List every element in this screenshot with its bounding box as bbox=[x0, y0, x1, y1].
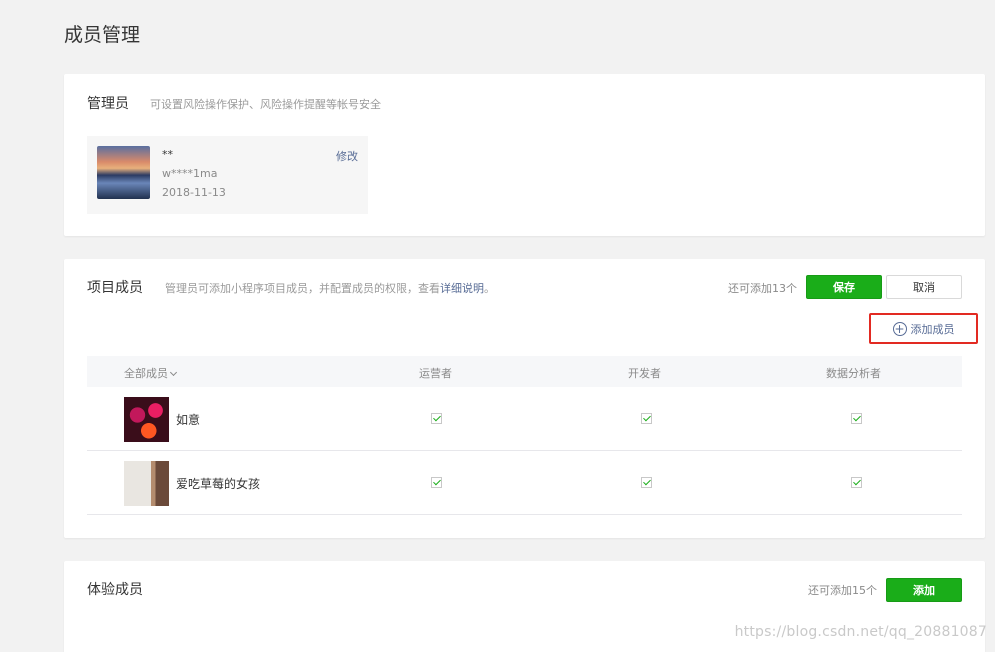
admin-date: 2018-11-13 bbox=[162, 186, 226, 199]
add-member-label: 添加成员 bbox=[910, 322, 955, 336]
testers-section-title: 体验成员 bbox=[87, 582, 143, 598]
avatar bbox=[124, 397, 169, 442]
analyst-checkbox[interactable] bbox=[851, 477, 862, 488]
members-quota: 还可添加13个 bbox=[728, 282, 797, 295]
member-name: 如意 bbox=[176, 413, 201, 427]
operator-checkbox[interactable] bbox=[431, 413, 442, 424]
details-link[interactable]: 详细说明 bbox=[440, 282, 484, 295]
admin-profile-box: ** w****1ma 2018-11-13 修改 bbox=[87, 136, 368, 214]
plus-circle-icon: + bbox=[892, 321, 907, 336]
member-name: 爱吃草莓的女孩 bbox=[176, 477, 261, 491]
testers-quota: 还可添加15个 bbox=[808, 584, 877, 597]
members-desc-end: 。 bbox=[484, 282, 495, 295]
add-member-button[interactable]: + 添加成员 bbox=[869, 313, 978, 344]
analyst-checkbox[interactable] bbox=[851, 413, 862, 424]
admin-account-id: w****1ma bbox=[162, 167, 218, 180]
developer-checkbox[interactable] bbox=[641, 413, 652, 424]
admin-section-desc: 可设置风险操作保护、风险操作提醒等帐号安全 bbox=[150, 98, 381, 111]
column-all-members: 全部成员 bbox=[124, 367, 168, 380]
save-button[interactable]: 保存 bbox=[806, 275, 882, 299]
operator-checkbox[interactable] bbox=[431, 477, 442, 488]
admin-name: ** bbox=[162, 148, 173, 161]
cancel-button[interactable]: 取消 bbox=[886, 275, 962, 299]
developer-checkbox[interactable] bbox=[641, 477, 652, 488]
table-row: 爱吃草莓的女孩 bbox=[87, 451, 962, 515]
admin-section-title: 管理员 bbox=[87, 96, 129, 112]
admin-card: 管理员 可设置风险操作保护、风险操作提醒等帐号安全 ** w****1ma 20… bbox=[64, 74, 985, 236]
members-desc-text: 管理员可添加小程序项目成员，并配置成员的权限，查看 bbox=[165, 282, 440, 295]
avatar bbox=[124, 461, 169, 506]
page-title: 成员管理 bbox=[64, 24, 141, 46]
members-section-title: 项目成员 bbox=[87, 280, 143, 296]
edit-admin-link[interactable]: 修改 bbox=[336, 148, 358, 164]
column-operator: 运营者 bbox=[419, 367, 452, 380]
filter-all-members[interactable]: 全部成员 bbox=[124, 365, 178, 381]
column-analyst: 数据分析者 bbox=[826, 367, 881, 380]
members-section-desc: 管理员可添加小程序项目成员，并配置成员的权限，查看详细说明。 bbox=[165, 280, 495, 296]
chevron-down-icon bbox=[169, 368, 178, 377]
members-table-header: 全部成员 运营者 开发者 数据分析者 bbox=[87, 356, 962, 387]
table-row: 如意 bbox=[87, 387, 962, 451]
project-members-card: 项目成员 管理员可添加小程序项目成员，并配置成员的权限，查看详细说明。 还可添加… bbox=[64, 259, 985, 538]
add-tester-button[interactable]: 添加 bbox=[886, 578, 962, 602]
watermark: https://blog.csdn.net/qq_20881087 bbox=[734, 624, 987, 640]
admin-avatar bbox=[97, 146, 150, 199]
column-developer: 开发者 bbox=[628, 367, 661, 380]
